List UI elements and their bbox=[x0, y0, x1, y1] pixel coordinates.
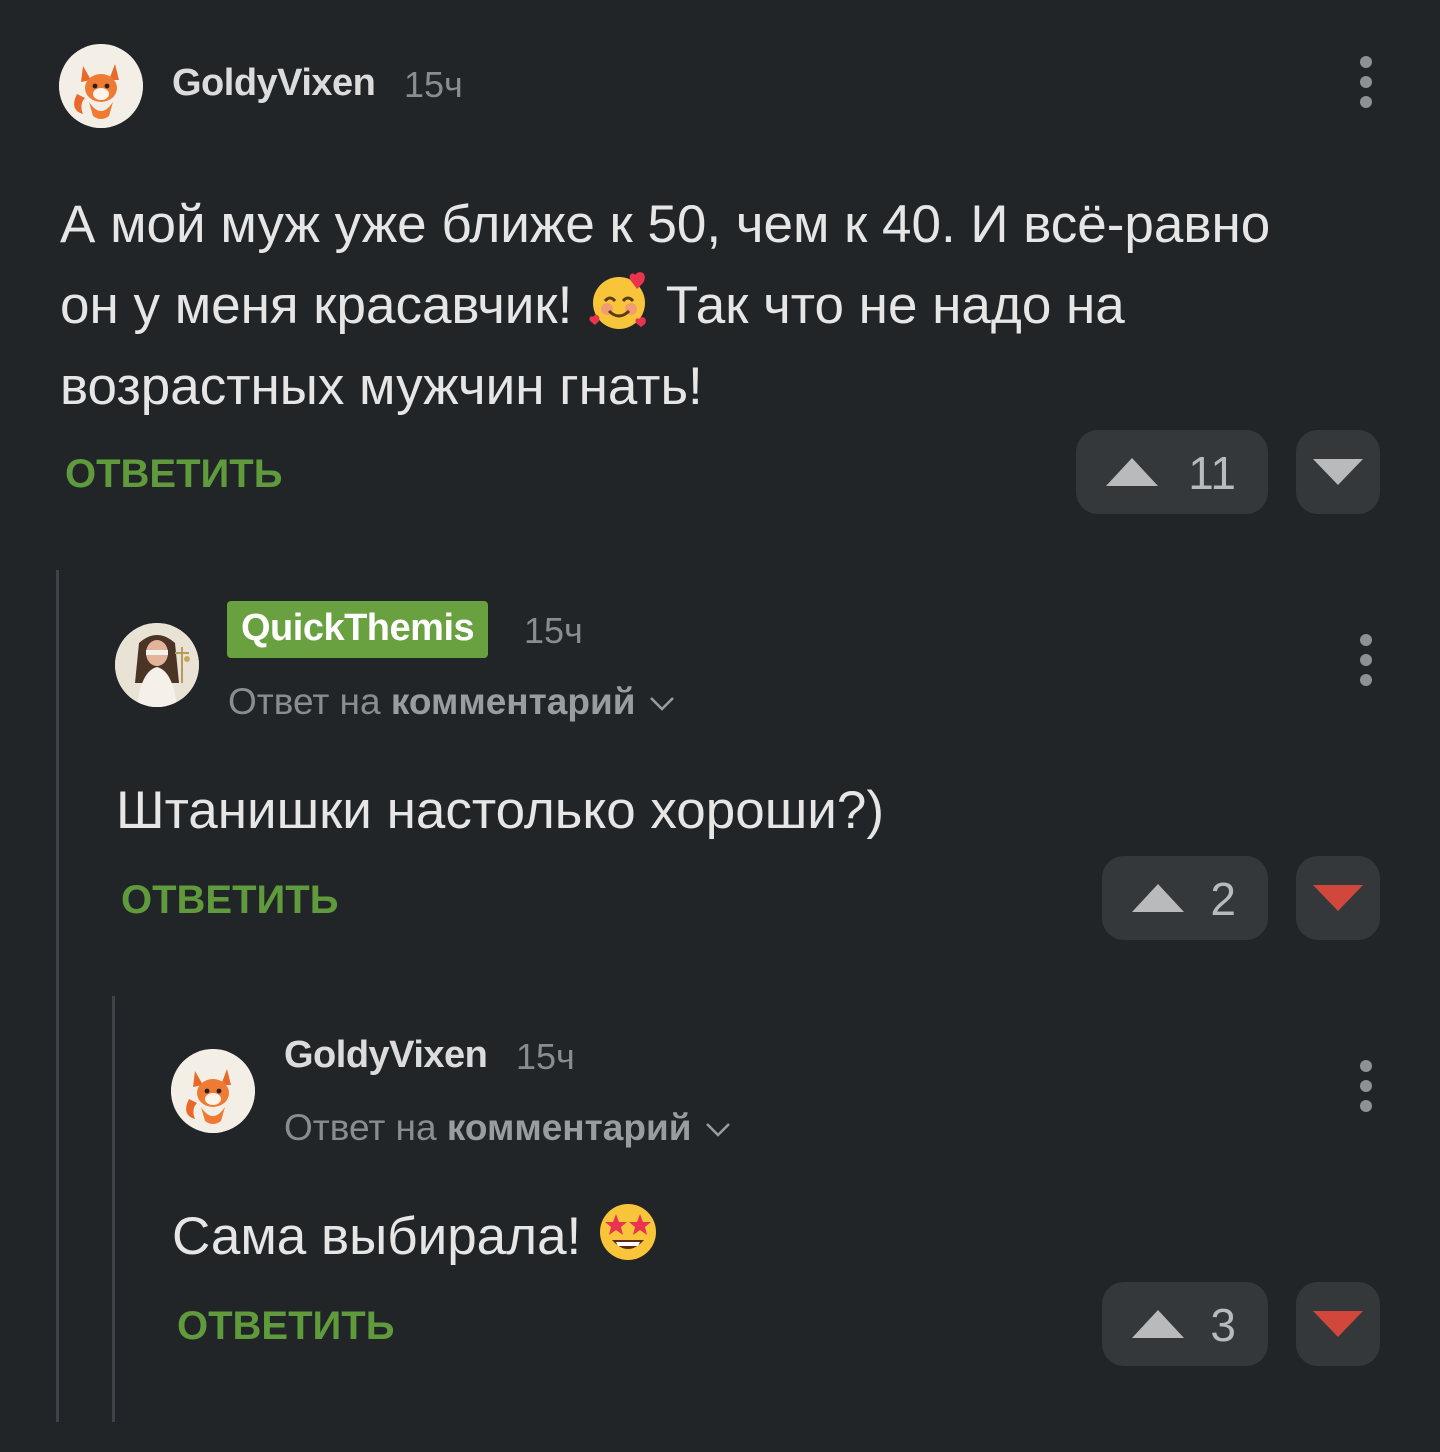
downvote-button[interactable] bbox=[1296, 1282, 1380, 1366]
reply-to-target: комментарий bbox=[390, 681, 636, 722]
more-options-icon[interactable] bbox=[1354, 1060, 1378, 1120]
reply-to-target: комментарий bbox=[446, 1107, 692, 1148]
thread-line-level-2 bbox=[112, 996, 115, 1422]
comment-time: 15ч bbox=[404, 64, 463, 105]
downvote-button[interactable] bbox=[1296, 856, 1380, 940]
reply-to-link[interactable]: Ответ на комментарий bbox=[284, 1107, 731, 1149]
downvote-arrow-icon bbox=[1313, 1311, 1363, 1337]
comment-text-line: возрастных мужчин гнать! bbox=[60, 357, 703, 416]
star-struck-icon bbox=[600, 1204, 657, 1260]
reply-button[interactable]: ОТВЕТИТЬ bbox=[65, 452, 282, 497]
avatar[interactable] bbox=[171, 1049, 255, 1133]
more-options-icon[interactable] bbox=[1354, 56, 1378, 116]
comment-text-segment: он у меня красавчик! bbox=[60, 276, 573, 335]
fox-avatar-icon bbox=[59, 44, 143, 128]
chevron-down-icon bbox=[650, 697, 675, 711]
username[interactable]: GoldyVixen bbox=[172, 62, 376, 105]
themis-avatar-icon bbox=[115, 623, 199, 707]
comment-body: Сама выбирала! bbox=[172, 1196, 660, 1277]
username[interactable]: GoldyVixen bbox=[284, 1034, 488, 1077]
comment-text-segment: Так что не надо на bbox=[665, 276, 1125, 335]
reply-to-prefix: Ответ на bbox=[284, 1107, 437, 1148]
vote-count: 11 bbox=[1188, 447, 1236, 499]
username[interactable]: QuickThemis bbox=[227, 601, 489, 658]
comment-body: А мой муж уже ближе к 50, чем к 40. И вс… bbox=[60, 184, 1270, 427]
reply-to-link[interactable]: Ответ на комментарий bbox=[228, 681, 675, 723]
downvote-button[interactable] bbox=[1296, 430, 1380, 514]
upvote-arrow-icon bbox=[1132, 1310, 1184, 1338]
smiling-face-with-hearts-icon bbox=[589, 272, 646, 329]
downvote-arrow-icon bbox=[1313, 459, 1363, 485]
comment-text-line: А мой муж уже ближе к 50, чем к 40. И вс… bbox=[60, 195, 1271, 254]
more-options-icon[interactable] bbox=[1354, 634, 1378, 694]
upvote-button[interactable]: 2 bbox=[1102, 856, 1268, 940]
comment-time: 15ч bbox=[524, 610, 583, 651]
avatar[interactable] bbox=[115, 623, 199, 707]
reply-to-prefix: Ответ на bbox=[228, 681, 381, 722]
comment-body: Штанишки настолько хороши?) bbox=[116, 781, 884, 840]
reply-button[interactable]: ОТВЕТИТЬ bbox=[121, 878, 338, 923]
vote-count: 2 bbox=[1210, 873, 1236, 925]
comment-text-line: он у меня красавчик! Так что не надо на bbox=[60, 265, 1270, 346]
comment-text-segment: Сама выбирала! bbox=[172, 1207, 582, 1266]
downvote-arrow-icon bbox=[1313, 885, 1363, 911]
fox-avatar-icon bbox=[171, 1049, 255, 1133]
upvote-arrow-icon bbox=[1106, 458, 1158, 486]
thread-line-level-1 bbox=[56, 570, 59, 1422]
vote-count: 3 bbox=[1210, 1299, 1236, 1351]
avatar[interactable] bbox=[59, 44, 143, 128]
upvote-arrow-icon bbox=[1132, 884, 1184, 912]
chevron-down-icon bbox=[706, 1123, 731, 1137]
reply-button[interactable]: ОТВЕТИТЬ bbox=[177, 1304, 394, 1349]
upvote-button[interactable]: 11 bbox=[1076, 430, 1268, 514]
comment-time: 15ч bbox=[516, 1036, 575, 1077]
upvote-button[interactable]: 3 bbox=[1102, 1282, 1268, 1366]
